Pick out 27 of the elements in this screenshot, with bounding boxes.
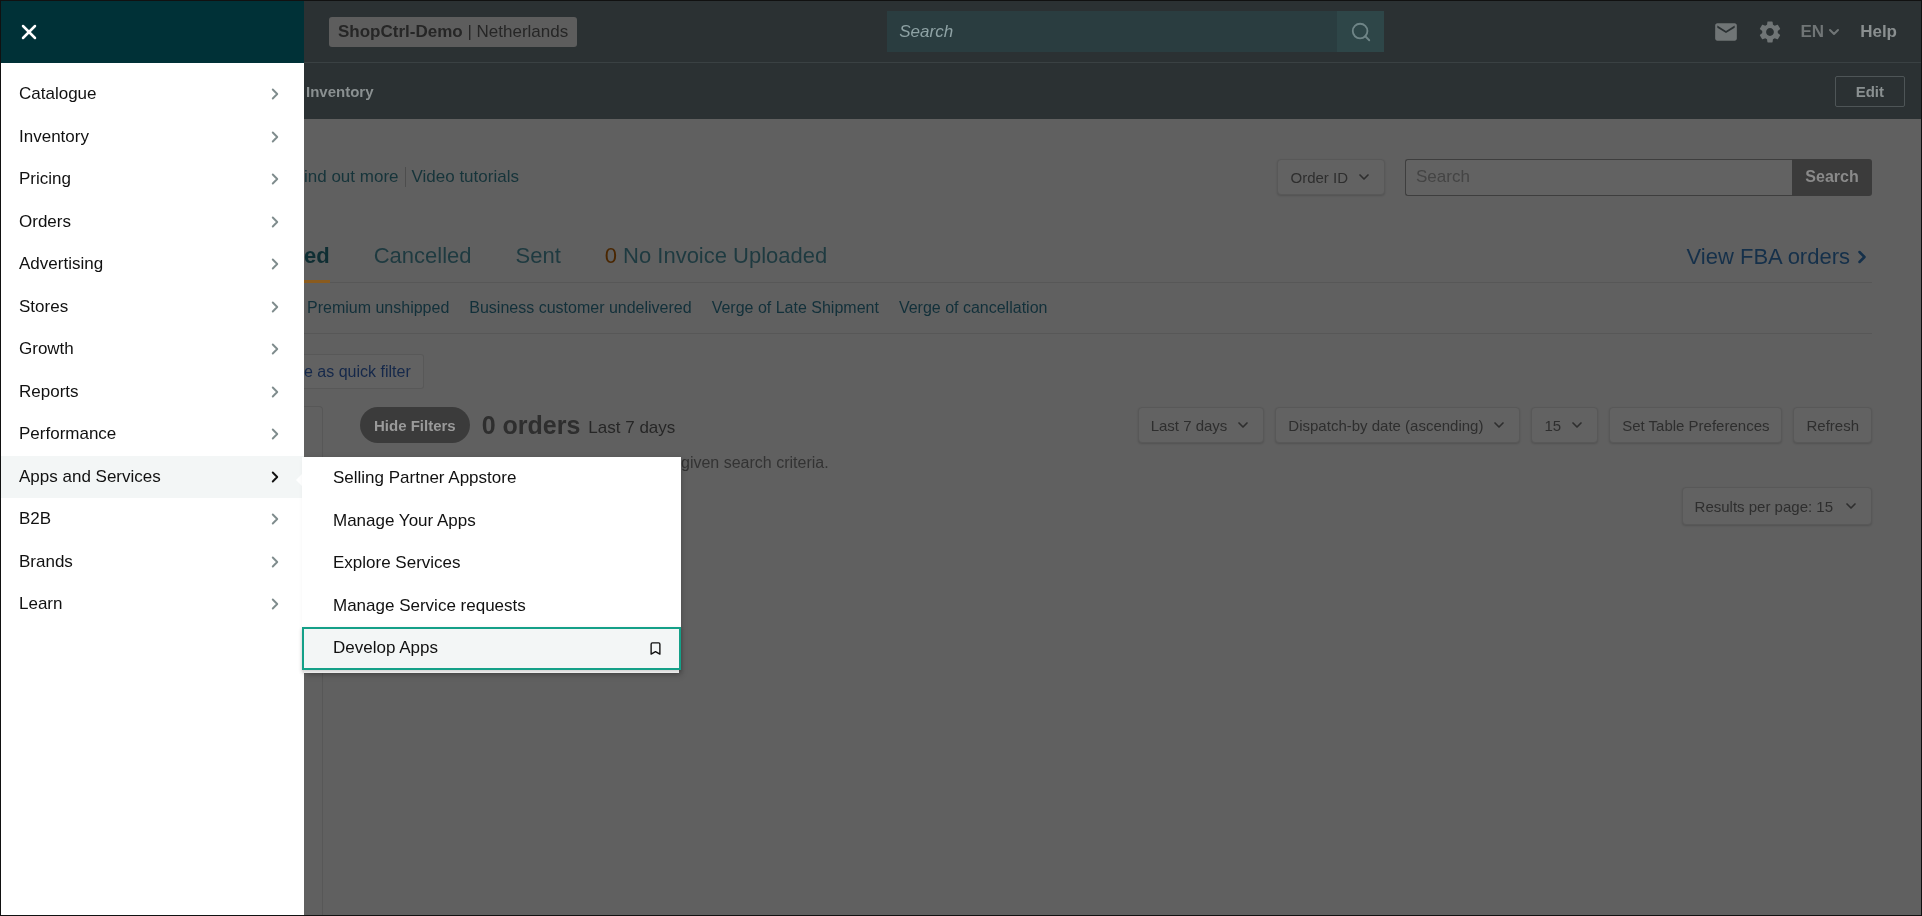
search-field[interactable]: Search (887, 11, 1338, 52)
quick-filter-link[interactable]: Verge of Late Shipment (711, 299, 879, 317)
quick-filter-link[interactable]: Verge of cancellation (898, 299, 1048, 317)
search-button[interactable] (1337, 11, 1385, 52)
help-link[interactable]: ind out more (304, 167, 399, 187)
fba-orders-link[interactable]: View FBA orders (1686, 243, 1872, 270)
search-button[interactable]: Search (1792, 158, 1872, 196)
submenu-item[interactable]: Selling Partner Appstore (302, 457, 681, 500)
language-selector[interactable]: EN (1800, 21, 1843, 42)
hide-filters-button[interactable]: Hide Filters (360, 407, 470, 443)
store-selector[interactable]: ShopCtrl-Demo | Netherlands (329, 16, 578, 47)
submenu-item[interactable]: Develop Apps (302, 627, 681, 670)
bookmark-icon (648, 640, 663, 656)
help-link[interactable]: Video tutorials (404, 167, 519, 187)
quick-filter-link[interactable]: Premium unshipped (307, 299, 450, 317)
edit-button[interactable]: Edit (1834, 75, 1905, 107)
help-link[interactable]: Help (1860, 21, 1897, 42)
save-filter-button[interactable]: e as quick filter (304, 354, 424, 389)
submenu-item[interactable]: Explore Services (302, 542, 681, 585)
nav-link[interactable]: Inventory (306, 82, 374, 100)
period-label: Last 7 days (588, 418, 676, 438)
search-icon (1349, 20, 1372, 43)
quick-filter-link[interactable]: Business customer undelivered (469, 299, 692, 317)
submenu-item[interactable]: Manage Your Apps (302, 499, 681, 542)
submenu-item[interactable]: Manage Service requests (302, 584, 681, 627)
menu-item[interactable]: Apps and Services (1, 455, 304, 498)
order-tab[interactable]: 0 No Invoice Uploaded (604, 231, 828, 283)
